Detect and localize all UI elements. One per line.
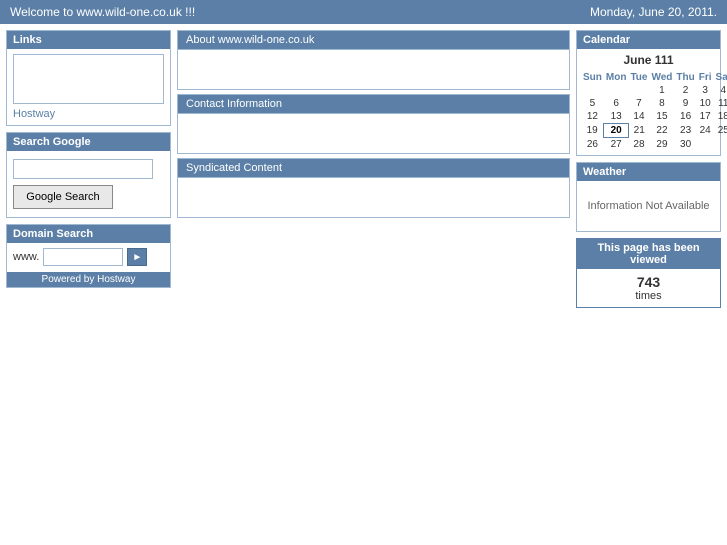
calendar-month-label: June 111 xyxy=(581,53,716,67)
contact-section: Contact Information xyxy=(177,94,570,154)
calendar-day-cell: 16 xyxy=(674,110,696,124)
calendar-header: Calendar xyxy=(577,31,720,49)
about-body xyxy=(177,50,570,90)
calendar-grid: SunMonTueWedThuFriSat 123456789101112131… xyxy=(581,71,716,151)
calendar-day-cell: 30 xyxy=(674,138,696,152)
calendar-day-cell: 2 xyxy=(674,84,696,97)
calendar-day-thu: Thu xyxy=(674,71,696,84)
calendar-day-cell: 23 xyxy=(674,124,696,138)
domain-search-panel: Domain Search www. ► Powered by Hostway xyxy=(6,224,171,288)
calendar-day-cell: 24 xyxy=(697,124,714,138)
www-label: www. xyxy=(13,251,39,263)
calendar-day-cell: 22 xyxy=(649,124,674,138)
middle-column: About www.wild-one.co.uk Contact Informa… xyxy=(177,30,570,218)
search-google-panel: Search Google Google Search xyxy=(6,132,171,218)
links-box xyxy=(13,54,164,104)
pageviews-suffix: times xyxy=(582,290,715,302)
header: Welcome to www.wild-one.co.uk !!! Monday… xyxy=(0,0,727,24)
calendar-day-cell: 4 xyxy=(714,84,727,97)
www-row: www. ► xyxy=(13,248,164,266)
powered-by-label: Powered by Hostway xyxy=(7,272,170,287)
about-header: About www.wild-one.co.uk xyxy=(177,30,570,50)
search-google-header: Search Google xyxy=(7,133,170,151)
calendar-day-cell xyxy=(581,84,604,97)
pageviews-count: 743 xyxy=(582,274,715,290)
links-panel-body: Hostway xyxy=(7,49,170,125)
calendar-day-cell xyxy=(697,138,714,152)
search-google-input[interactable] xyxy=(13,159,153,179)
syndicated-header: Syndicated Content xyxy=(177,158,570,178)
calendar-day-cell: 12 xyxy=(581,110,604,124)
calendar-day-cell: 20 xyxy=(604,124,629,138)
calendar-day-cell: 18 xyxy=(714,110,727,124)
calendar-day-fri: Fri xyxy=(697,71,714,84)
calendar-day-wed: Wed xyxy=(649,71,674,84)
weather-panel: Weather Information Not Available xyxy=(576,162,721,232)
right-column: Calendar June 111 SunMonTueWedThuFriSat … xyxy=(576,30,721,308)
calendar-day-cell: 13 xyxy=(604,110,629,124)
main-layout: Links Hostway Search Google Google Searc… xyxy=(0,24,727,314)
calendar-day-cell: 5 xyxy=(581,97,604,110)
calendar-day-cell xyxy=(714,138,727,152)
hostway-link[interactable]: Hostway xyxy=(13,108,164,120)
calendar-week-row: 1234 xyxy=(581,84,727,97)
syndicated-section: Syndicated Content xyxy=(177,158,570,218)
left-column: Links Hostway Search Google Google Searc… xyxy=(6,30,171,288)
calendar-day-cell: 14 xyxy=(628,110,649,124)
search-google-body: Google Search xyxy=(7,151,170,217)
about-section: About www.wild-one.co.uk xyxy=(177,30,570,90)
syndicated-body xyxy=(177,178,570,218)
domain-search-button[interactable]: ► xyxy=(127,248,147,266)
calendar-weeks: 1234567891011121314151617181920212223242… xyxy=(581,84,727,151)
calendar-week-row: 19202122232425 xyxy=(581,124,727,138)
pageviews-panel: This page has been viewed 743 times xyxy=(576,238,721,308)
calendar-days-header: SunMonTueWedThuFriSat xyxy=(581,71,727,84)
calendar-day-cell: 26 xyxy=(581,138,604,152)
calendar-day-cell: 7 xyxy=(628,97,649,110)
calendar-day-tue: Tue xyxy=(628,71,649,84)
links-panel: Links Hostway xyxy=(6,30,171,126)
calendar-day-cell: 29 xyxy=(649,138,674,152)
calendar-day-cell: 17 xyxy=(697,110,714,124)
calendar-panel: Calendar June 111 SunMonTueWedThuFriSat … xyxy=(576,30,721,156)
calendar-week-row: 567891011 xyxy=(581,97,727,110)
pageviews-body: 743 times xyxy=(577,269,720,307)
weather-header: Weather xyxy=(577,163,720,181)
calendar-day-cell xyxy=(604,84,629,97)
calendar-day-cell: 6 xyxy=(604,97,629,110)
calendar-day-cell: 27 xyxy=(604,138,629,152)
calendar-day-sun: Sun xyxy=(581,71,604,84)
calendar-day-cell: 28 xyxy=(628,138,649,152)
links-panel-header: Links xyxy=(7,31,170,49)
pageviews-label: This page has been viewed xyxy=(577,239,720,269)
calendar-day-cell: 9 xyxy=(674,97,696,110)
weather-message: Information Not Available xyxy=(587,200,709,212)
calendar-day-cell: 19 xyxy=(581,124,604,138)
calendar-day-cell: 8 xyxy=(649,97,674,110)
calendar-day-cell: 10 xyxy=(697,97,714,110)
date-text: Monday, June 20, 2011. xyxy=(590,5,717,19)
domain-search-input[interactable] xyxy=(43,248,123,266)
calendar-day-cell: 25 xyxy=(714,124,727,138)
contact-body xyxy=(177,114,570,154)
search-google-button[interactable]: Google Search xyxy=(13,185,113,209)
calendar-day-cell xyxy=(628,84,649,97)
calendar-day-cell: 3 xyxy=(697,84,714,97)
calendar-day-sat: Sat xyxy=(714,71,727,84)
calendar-body: June 111 SunMonTueWedThuFriSat 123456789… xyxy=(577,49,720,155)
weather-body: Information Not Available xyxy=(577,181,720,231)
contact-header: Contact Information xyxy=(177,94,570,114)
calendar-day-cell: 1 xyxy=(649,84,674,97)
calendar-day-mon: Mon xyxy=(604,71,629,84)
calendar-day-cell: 11 xyxy=(714,97,727,110)
domain-search-header: Domain Search xyxy=(7,225,170,243)
calendar-day-cell: 21 xyxy=(628,124,649,138)
calendar-week-row: 12131415161718 xyxy=(581,110,727,124)
domain-search-body: www. ► Powered by Hostway xyxy=(7,243,170,287)
welcome-text: Welcome to www.wild-one.co.uk !!! xyxy=(10,5,195,19)
calendar-day-cell: 15 xyxy=(649,110,674,124)
calendar-week-row: 2627282930 xyxy=(581,138,727,152)
